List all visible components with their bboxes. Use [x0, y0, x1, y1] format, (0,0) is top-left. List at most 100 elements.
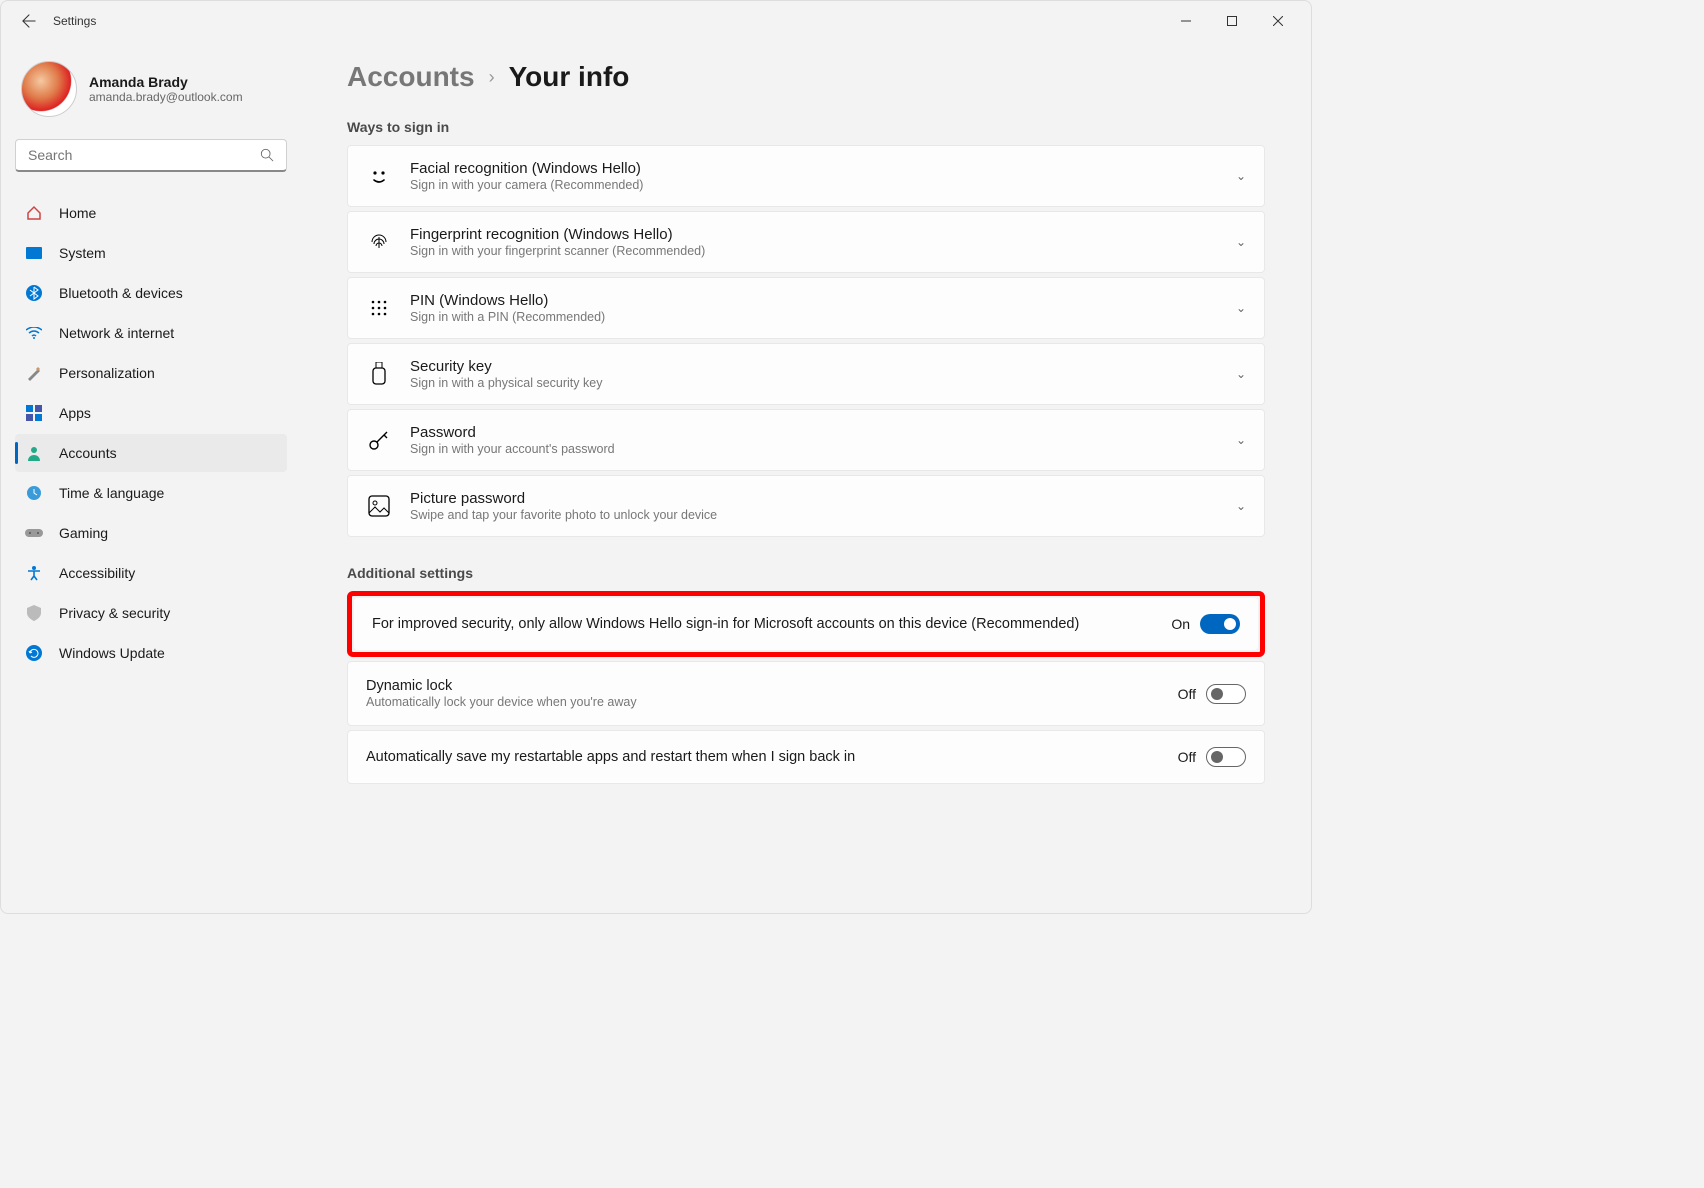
signin-picture[interactable]: Picture passwordSwipe and tap your favor…: [347, 475, 1265, 537]
setting-title: For improved security, only allow Window…: [372, 616, 1153, 632]
search-input[interactable]: [28, 147, 260, 163]
keypad-icon: [366, 295, 392, 321]
system-icon: [25, 244, 43, 262]
profile-email: amanda.brady@outlook.com: [89, 90, 243, 104]
nav-time[interactable]: Time & language: [15, 474, 287, 512]
wifi-icon: [25, 324, 43, 342]
nav-label: Personalization: [59, 365, 155, 381]
bluetooth-icon: [25, 284, 43, 302]
chevron-down-icon: ⌄: [1236, 499, 1246, 513]
nav-label: Gaming: [59, 525, 108, 541]
nav-accounts[interactable]: Accounts: [15, 434, 287, 472]
signin-facial[interactable]: Facial recognition (Windows Hello)Sign i…: [347, 145, 1265, 207]
titlebar: Settings: [1, 1, 1311, 41]
app-title: Settings: [53, 14, 96, 28]
setting-dynamic-lock: Dynamic lockAutomatically lock your devi…: [347, 661, 1265, 726]
nav-label: Accessibility: [59, 565, 135, 581]
shield-icon: [25, 604, 43, 622]
card-title: Facial recognition (Windows Hello): [410, 160, 1218, 177]
nav-label: System: [59, 245, 106, 261]
sidebar: Amanda Brady amanda.brady@outlook.com Ho…: [1, 41, 301, 913]
key-icon: [366, 427, 392, 453]
card-sub: Sign in with a physical security key: [410, 376, 1218, 390]
update-icon: [25, 644, 43, 662]
search-icon: [260, 148, 274, 162]
chevron-down-icon: ⌄: [1236, 235, 1246, 249]
gamepad-icon: [25, 524, 43, 542]
chevron-down-icon: ⌄: [1236, 301, 1246, 315]
toggle-restart-apps[interactable]: [1206, 747, 1246, 767]
usb-key-icon: [366, 361, 392, 387]
nav-update[interactable]: Windows Update: [15, 634, 287, 672]
card-sub: Sign in with a PIN (Recommended): [410, 310, 1218, 324]
nav-label: Privacy & security: [59, 605, 170, 621]
face-icon: [366, 163, 392, 189]
fingerprint-icon: [366, 229, 392, 255]
toggle-state-label: On: [1171, 616, 1190, 632]
avatar: [21, 61, 77, 117]
toggle-state-label: Off: [1178, 749, 1196, 765]
highlight-annotation: For improved security, only allow Window…: [347, 591, 1265, 657]
nav-label: Apps: [59, 405, 91, 421]
setting-title: Dynamic lock: [366, 678, 1160, 694]
person-icon: [25, 444, 43, 462]
nav-label: Home: [59, 205, 96, 221]
card-sub: Sign in with your fingerprint scanner (R…: [410, 244, 1218, 258]
card-title: Security key: [410, 358, 1218, 375]
nav-label: Accounts: [59, 445, 117, 461]
card-title: Picture password: [410, 490, 1218, 507]
profile-name: Amanda Brady: [89, 74, 243, 90]
nav-bluetooth[interactable]: Bluetooth & devices: [15, 274, 287, 312]
section-title-additional: Additional settings: [347, 565, 1265, 581]
toggle-dynamic-lock[interactable]: [1206, 684, 1246, 704]
clock-icon: [25, 484, 43, 502]
breadcrumb-parent[interactable]: Accounts: [347, 61, 475, 93]
nav-gaming[interactable]: Gaming: [15, 514, 287, 552]
nav-label: Network & internet: [59, 325, 174, 341]
maximize-button[interactable]: [1209, 5, 1255, 37]
chevron-right-icon: ›: [489, 67, 495, 88]
nav-apps[interactable]: Apps: [15, 394, 287, 432]
back-button[interactable]: [21, 13, 37, 29]
setting-restart-apps: Automatically save my restartable apps a…: [347, 730, 1265, 784]
nav-label: Time & language: [59, 485, 164, 501]
chevron-down-icon: ⌄: [1236, 367, 1246, 381]
toggle-hello-only[interactable]: [1200, 614, 1240, 634]
nav-system[interactable]: System: [15, 234, 287, 272]
card-sub: Swipe and tap your favorite photo to unl…: [410, 508, 1218, 522]
nav-accessibility[interactable]: Accessibility: [15, 554, 287, 592]
minimize-button[interactable]: [1163, 5, 1209, 37]
main-content: Accounts › Your info Ways to sign in Fac…: [301, 41, 1311, 913]
nav-label: Bluetooth & devices: [59, 285, 183, 301]
chevron-down-icon: ⌄: [1236, 433, 1246, 447]
nav: Home System Bluetooth & devices Network …: [15, 194, 287, 672]
breadcrumb: Accounts › Your info: [347, 61, 1265, 93]
card-sub: Sign in with your account's password: [410, 442, 1218, 456]
apps-icon: [25, 404, 43, 422]
nav-personalization[interactable]: Personalization: [15, 354, 287, 392]
nav-label: Windows Update: [59, 645, 165, 661]
section-title-signin: Ways to sign in: [347, 119, 1265, 135]
card-title: Password: [410, 424, 1218, 441]
nav-home[interactable]: Home: [15, 194, 287, 232]
nav-network[interactable]: Network & internet: [15, 314, 287, 352]
profile-block[interactable]: Amanda Brady amanda.brady@outlook.com: [15, 53, 287, 131]
card-title: Fingerprint recognition (Windows Hello): [410, 226, 1218, 243]
signin-password[interactable]: PasswordSign in with your account's pass…: [347, 409, 1265, 471]
picture-icon: [366, 493, 392, 519]
signin-fingerprint[interactable]: Fingerprint recognition (Windows Hello)S…: [347, 211, 1265, 273]
setting-title: Automatically save my restartable apps a…: [366, 749, 1160, 765]
home-icon: [25, 204, 43, 222]
toggle-state-label: Off: [1178, 686, 1196, 702]
close-button[interactable]: [1255, 5, 1301, 37]
breadcrumb-current: Your info: [509, 61, 630, 93]
brush-icon: [25, 364, 43, 382]
nav-privacy[interactable]: Privacy & security: [15, 594, 287, 632]
card-sub: Sign in with your camera (Recommended): [410, 178, 1218, 192]
card-title: PIN (Windows Hello): [410, 292, 1218, 309]
search-box[interactable]: [15, 139, 287, 172]
signin-securitykey[interactable]: Security keySign in with a physical secu…: [347, 343, 1265, 405]
signin-pin[interactable]: PIN (Windows Hello)Sign in with a PIN (R…: [347, 277, 1265, 339]
setting-sub: Automatically lock your device when you'…: [366, 695, 1160, 709]
accessibility-icon: [25, 564, 43, 582]
